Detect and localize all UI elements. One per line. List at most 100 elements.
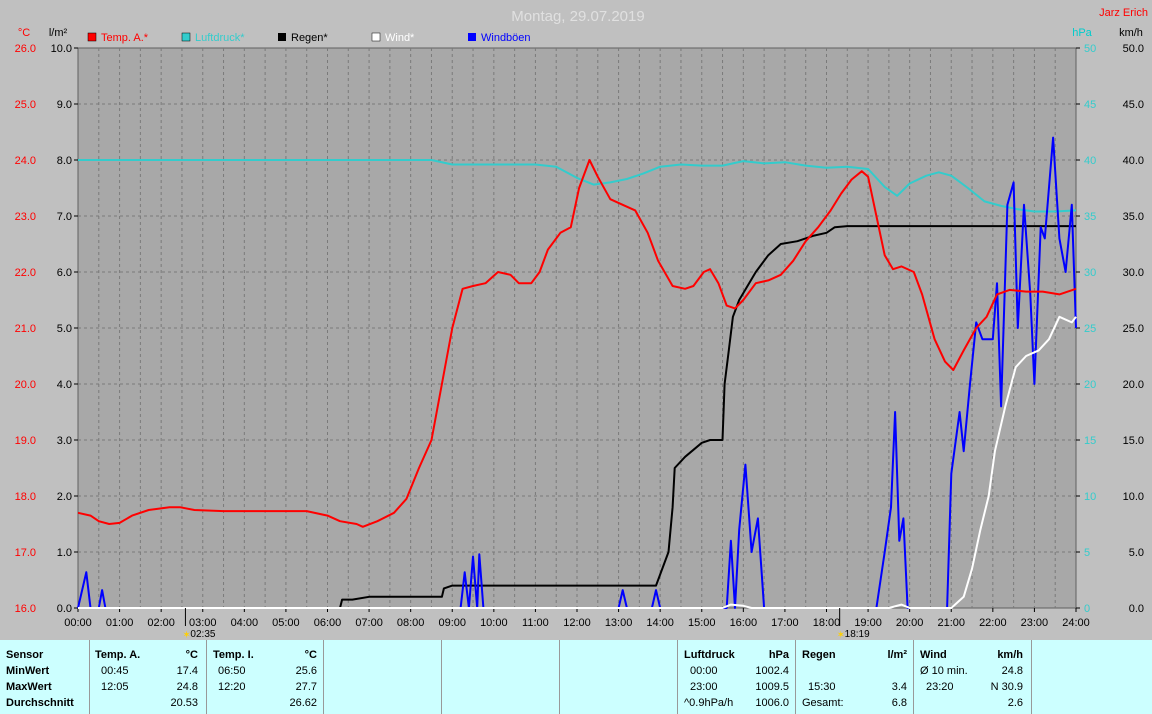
x-tick-label: 00:00: [64, 617, 92, 629]
wind-tick-label: 35.0: [1123, 211, 1144, 223]
x-tick-label: 14:00: [646, 617, 674, 629]
x-tick-label: 16:00: [730, 617, 758, 629]
stats-panel: Sensor MinWert MaxWert Durchschnitt Temp…: [0, 640, 1152, 714]
author-label: Jarz Erich: [1099, 7, 1148, 19]
temp-a-min-time: 00:45: [101, 665, 129, 677]
rain-tick-label: 4.0: [57, 379, 72, 391]
wind-unit-label: km/h: [1119, 27, 1143, 39]
rain-header: Regen: [802, 649, 836, 661]
temp-tick-label: 26.0: [15, 43, 36, 55]
wind-max-value: N 30.9: [990, 681, 1023, 693]
temp-tick-label: 21.0: [15, 323, 36, 335]
rain-unit: l/m²: [887, 649, 907, 661]
pressure-trend-label: ^0.9hPa/h: [684, 697, 734, 709]
rain-max-value: 3.4: [891, 681, 907, 693]
empty-column-2: [442, 640, 560, 714]
temp-a-column: Temp. A. °C 00:45 17.4 12:05 24.8 20.53: [90, 640, 207, 714]
temp-i-max-value: 27.7: [295, 681, 317, 693]
temp-i-column: Temp. I. °C 06:50 25.6 12:20 27.7 26.62: [207, 640, 324, 714]
pressure-tick-label: 50: [1084, 43, 1096, 55]
x-tick-label: 10:00: [480, 617, 508, 629]
wind-tick-label: 45.0: [1123, 99, 1144, 111]
temp-a-header: Temp. A.: [95, 649, 141, 661]
rain-tick-label: 8.0: [57, 155, 72, 167]
wind-tick-label: 30.0: [1123, 267, 1144, 279]
rain-tick-label: 1.0: [57, 547, 72, 559]
temp-a-max-time: 12:05: [101, 681, 129, 693]
wind-tick-label: 15.0: [1123, 435, 1144, 447]
pressure-column: Luftdruck hPa 00:00 1002.4 23:00 1009.5 …: [678, 640, 796, 714]
pressure-min-value: 1002.4: [755, 665, 789, 677]
rain-total-value: 6.8: [891, 697, 907, 709]
row-label-min: MinWert: [6, 665, 50, 677]
wind-avg-value: 24.8: [1001, 665, 1023, 677]
pressure-min-time: 00:00: [690, 665, 718, 677]
row-label-max: MaxWert: [6, 681, 52, 693]
rain-tick-label: 5.0: [57, 323, 72, 335]
temp-tick-label: 19.0: [15, 435, 36, 447]
temp-a-unit: °C: [185, 649, 198, 661]
wind-header: Wind: [920, 649, 947, 661]
wind-unit: km/h: [997, 649, 1023, 661]
temp-i-max-time: 12:20: [218, 681, 246, 693]
temp-tick-label: 20.0: [15, 379, 36, 391]
legend-label-gust: Windböen: [481, 32, 531, 44]
temp-i-average: 26.62: [289, 697, 317, 709]
x-tick-label: 15:00: [688, 617, 716, 629]
wind-tick-label: 25.0: [1123, 323, 1144, 335]
pressure-tick-label: 20: [1084, 379, 1096, 391]
pressure-unit: hPa: [768, 649, 789, 661]
sensor-header: Sensor: [6, 649, 44, 661]
rain-unit-label: l/m²: [49, 27, 68, 39]
rain-tick-label: 7.0: [57, 211, 72, 223]
legend: Temp. A.* Luftdruck* Regen* Wind* Windbö…: [87, 32, 531, 44]
wind-tick-label: 50.0: [1123, 43, 1144, 55]
temp-tick-label: 25.0: [15, 99, 36, 111]
rain-total-label: Gesamt:: [802, 697, 844, 709]
temp-a-min-value: 17.4: [176, 665, 198, 677]
legend-label-pressure: Luftdruck*: [195, 32, 245, 44]
legend-label-rain: Regen*: [291, 32, 328, 44]
pressure-unit-label: hPa: [1072, 27, 1092, 39]
pressure-tick-label: 0: [1084, 603, 1090, 615]
temp-unit-label: °C: [18, 27, 30, 39]
pressure-tick-label: 35: [1084, 211, 1096, 223]
legend-swatch-temp: [87, 32, 97, 42]
x-tick-label: 24:00: [1062, 617, 1090, 629]
rain-column: Regen l/m² 15:30 3.4 Gesamt: 6.8: [796, 640, 914, 714]
temp-tick-label: 18.0: [15, 491, 36, 503]
x-tick-label: 21:00: [937, 617, 965, 629]
temp-tick-label: 24.0: [15, 155, 36, 167]
rain-tick-label: 10.0: [51, 43, 72, 55]
x-tick-label: 23:00: [1021, 617, 1049, 629]
wind-max-time: 23:20: [926, 681, 954, 693]
empty-column-1: [324, 640, 442, 714]
wind-column: Wind km/h Ø 10 min. 24.8 23:20 N 30.9 2.…: [914, 640, 1032, 714]
x-tick-label: 09:00: [438, 617, 466, 629]
wind-tick-label: 5.0: [1129, 547, 1144, 559]
wind-tick-label: 20.0: [1123, 379, 1144, 391]
temp-a-max-value: 24.8: [176, 681, 198, 693]
x-tick-label: 03:00: [189, 617, 217, 629]
x-tick-label: 05:00: [272, 617, 300, 629]
rain-tick-label: 9.0: [57, 99, 72, 111]
temp-tick-label: 22.0: [15, 267, 36, 279]
x-tick-label: 22:00: [979, 617, 1007, 629]
temp-tick-label: 23.0: [15, 211, 36, 223]
temp-a-average: 20.53: [170, 697, 198, 709]
x-tick-label: 07:00: [355, 617, 383, 629]
pressure-trend-value: 1006.0: [755, 697, 789, 709]
temp-i-unit: °C: [304, 649, 317, 661]
legend-label-wind: Wind*: [385, 32, 415, 44]
pressure-tick-label: 45: [1084, 99, 1096, 111]
rain-tick-label: 2.0: [57, 491, 72, 503]
rain-max-time: 15:30: [808, 681, 836, 693]
temp-i-header: Temp. I.: [213, 649, 254, 661]
pressure-max-time: 23:00: [690, 681, 718, 693]
x-tick-label: 04:00: [231, 617, 259, 629]
wind-tick-label: 40.0: [1123, 155, 1144, 167]
pressure-tick-label: 30: [1084, 267, 1096, 279]
wind-day-average: 2.6: [1007, 697, 1023, 709]
row-label-avg: Durchschnitt: [6, 697, 74, 709]
x-tick-label: 08:00: [397, 617, 425, 629]
